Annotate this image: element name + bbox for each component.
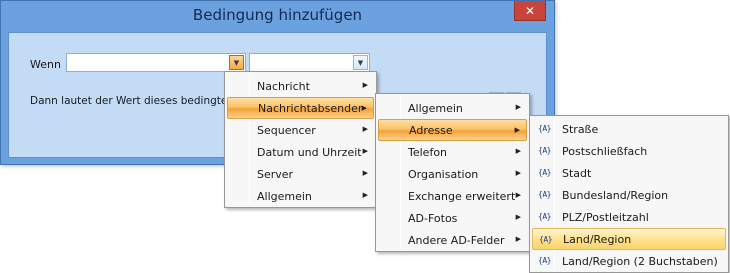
- menu-item-land-region-2-buchstaben[interactable]: {A} Land/Region (2 Buchstaben): [532, 250, 726, 272]
- menu-item-label: Land/Region (2 Buchstaben): [562, 254, 718, 268]
- chevron-right-icon: ▶: [362, 125, 368, 133]
- variable-field-icon: {A}: [538, 190, 551, 199]
- variable-field-icon: {A}: [538, 168, 551, 177]
- context-menu-level-3: {A} Straße {A} Postschließfach {A} Stadt…: [529, 115, 729, 273]
- chevron-right-icon: ▶: [362, 147, 368, 155]
- variable-field-icon: {A}: [538, 256, 551, 265]
- menu-item-land-region[interactable]: {A} Land/Region: [532, 228, 726, 250]
- menu-item-ad-fotos[interactable]: AD-Fotos ▶: [378, 207, 527, 229]
- variable-field-icon: {A}: [538, 146, 551, 155]
- chevron-right-icon: ▶: [362, 169, 368, 177]
- menu-item-exchange-erweitert[interactable]: Exchange erweitert ▶: [378, 185, 527, 207]
- chevron-right-icon: ▶: [362, 81, 368, 89]
- chevron-down-icon[interactable]: ▼: [229, 55, 244, 70]
- menu-item-label: Organisation: [408, 167, 479, 181]
- menu-item-organisation[interactable]: Organisation ▶: [378, 163, 527, 185]
- close-icon: ✕: [524, 3, 536, 18]
- variable-field-icon: {A}: [539, 235, 552, 244]
- menu-item-nachricht[interactable]: Nachricht ▶: [227, 75, 374, 97]
- chevron-right-icon: ▶: [515, 213, 521, 221]
- menu-item-allgemein[interactable]: Allgemein ▶: [378, 97, 527, 119]
- wenn-label: Wenn: [30, 58, 61, 71]
- chevron-right-icon: ▶: [361, 104, 367, 112]
- menu-item-adresse[interactable]: Adresse ▶: [378, 119, 527, 141]
- menu-item-label: Nachricht: [257, 79, 310, 93]
- chevron-right-icon: ▶: [515, 191, 521, 199]
- field-combobox[interactable]: ▼: [66, 53, 246, 72]
- chevron-right-icon: ▶: [515, 147, 521, 155]
- menu-item-label: Sequencer: [257, 123, 316, 137]
- menu-item-label: Allgemein: [257, 189, 312, 203]
- menu-item-allgemein[interactable]: Allgemein ▶: [227, 185, 374, 207]
- menu-item-stadt[interactable]: {A} Stadt: [532, 162, 726, 184]
- menu-item-andere-ad-felder[interactable]: Andere AD-Felder ▶: [378, 229, 527, 251]
- close-button[interactable]: ✕: [514, 1, 546, 21]
- variable-field-icon: {A}: [538, 124, 551, 133]
- menu-item-label: AD-Fotos: [408, 211, 458, 225]
- menu-item-postschliessfach[interactable]: {A} Postschließfach: [532, 140, 726, 162]
- menu-item-label: Nachrichtabsender: [258, 101, 363, 115]
- context-menu-level-2: Allgemein ▶ Adresse ▶ Telefon ▶ Organisa…: [375, 93, 530, 252]
- variable-field-icon: {A}: [538, 212, 551, 221]
- dialog-title: Bedingung hinzufügen: [192, 6, 363, 24]
- menu-item-label: Andere AD-Felder: [408, 233, 505, 247]
- operator-combobox[interactable]: ▼: [249, 53, 370, 72]
- menu-item-label: Exchange erweitert: [408, 189, 516, 203]
- menu-item-server[interactable]: Server ▶: [227, 163, 374, 185]
- chevron-right-icon: ▶: [514, 126, 520, 134]
- chevron-down-icon[interactable]: ▼: [353, 55, 368, 70]
- menu-item-nachrichtabsender[interactable]: Nachrichtabsender ▶: [227, 97, 374, 119]
- context-menu-level-1: Nachricht ▶ Nachrichtabsender ▶ Sequence…: [224, 71, 377, 208]
- menu-item-sequencer[interactable]: Sequencer ▶: [227, 119, 374, 141]
- chevron-right-icon: ▶: [515, 169, 521, 177]
- menu-item-label: Server: [257, 167, 294, 181]
- menu-item-datum-und-uhrzeit[interactable]: Datum und Uhrzeit ▶: [227, 141, 374, 163]
- dann-label: Dann lautet der Wert dieses bedingten Fe…: [30, 95, 225, 107]
- menu-item-plz-postleitzahl[interactable]: {A} PLZ/Postleitzahl: [532, 206, 726, 228]
- menu-item-label: Adresse: [409, 123, 453, 137]
- menu-item-bundesland-region[interactable]: {A} Bundesland/Region: [532, 184, 726, 206]
- chevron-right-icon: ▶: [515, 235, 521, 243]
- menu-item-label: Bundesland/Region: [562, 188, 669, 202]
- menu-item-strasse[interactable]: {A} Straße: [532, 118, 726, 140]
- title-bar[interactable]: Bedingung hinzufügen ✕: [1, 1, 554, 31]
- menu-item-label: Allgemein: [408, 101, 463, 115]
- menu-item-label: Telefon: [408, 145, 448, 159]
- chevron-right-icon: ▶: [515, 103, 521, 111]
- menu-item-telefon[interactable]: Telefon ▶: [378, 141, 527, 163]
- chevron-right-icon: ▶: [362, 191, 368, 199]
- menu-item-label: Datum und Uhrzeit: [257, 145, 362, 159]
